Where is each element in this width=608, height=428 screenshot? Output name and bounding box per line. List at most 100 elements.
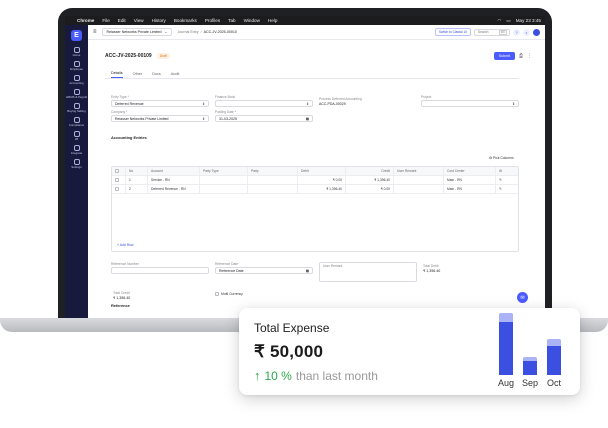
page-title: ACC-JV-2025-00109 [105, 53, 152, 59]
total-credit-value: ₹ 1,396.40 [113, 296, 131, 300]
menu-view[interactable]: View [134, 18, 144, 23]
reference-date-label: Reference Date [215, 262, 239, 266]
sidebar-item-settings[interactable]: Settings [65, 159, 88, 169]
cell-credit[interactable]: ₹ 1,396.40 [346, 176, 394, 184]
wifi-icon[interactable]: ◠ [497, 18, 501, 24]
sidebar-item-label: Settings [71, 165, 82, 170]
tab-audit[interactable]: Audit [171, 72, 180, 78]
sidebar-item-compliance[interactable]: Compliance [65, 117, 88, 127]
app-sidebar: E Home Employee Accounting HRMS & Payrol… [65, 25, 88, 318]
breadcrumb-journal-entry[interactable]: Journal Entry [177, 30, 198, 34]
cell-cost-center[interactable]: Main - RN [444, 185, 496, 193]
cell-user-remark[interactable] [394, 185, 444, 193]
battery-icon[interactable]: ▭ [506, 18, 510, 24]
chat-fab-icon[interactable]: ✉ [517, 292, 528, 303]
table-row[interactable]: 2 Deferred Revenue - RN ₹ 1,396.40 ₹ 0.0… [112, 185, 518, 194]
row-select-cell [112, 176, 126, 184]
add-row-button[interactable]: + Add Row [117, 243, 134, 247]
cell-debit[interactable]: ₹ 1,396.40 [298, 185, 346, 193]
menu-edit[interactable]: Edit [118, 18, 126, 23]
switch-ui-link[interactable]: Switch to Classic UI [434, 28, 471, 36]
menu-help[interactable]: Help [268, 18, 277, 23]
more-icon[interactable]: ⋮ [527, 53, 532, 59]
col-debit: Debit [298, 167, 346, 175]
avatar[interactable] [533, 28, 540, 36]
pick-columns-button[interactable]: ⚙ Pick Columns [489, 156, 514, 160]
multi-currency-checkbox[interactable]: Multi Currency [215, 292, 243, 296]
company-selector[interactable]: Relasser Networks Private Limited ⌄ [101, 28, 173, 36]
cell-cost-center[interactable]: Main - RN [444, 176, 496, 184]
multi-currency-box [215, 292, 219, 296]
select-all-checkbox[interactable] [115, 169, 119, 173]
cell-party-type[interactable] [200, 176, 248, 184]
menu-history[interactable]: History [152, 18, 166, 23]
sidebar-item-buying[interactable]: Buying Selling [65, 103, 88, 113]
laptop-screen: Chrome File Edit View History Bookmarks … [65, 16, 545, 318]
tab-docs[interactable]: Docs [152, 72, 161, 78]
cell-credit[interactable]: ₹ 0.00 [346, 185, 394, 193]
calendar-icon: ▦ [305, 268, 309, 273]
cell-user-remark[interactable] [394, 176, 444, 184]
sidebar-item-employee[interactable]: Employee [65, 61, 88, 71]
print-icon[interactable]: ⎙ [519, 53, 523, 59]
prev-ref-value[interactable]: ACC-PDA-00029 [319, 102, 417, 106]
menu-file[interactable]: File [102, 18, 109, 23]
accounting-entries-title: Accounting Entries [111, 135, 147, 140]
menubar-clock[interactable]: May 23 3:45 [516, 18, 541, 23]
reference-date-input[interactable]: Reference Date ▦ [215, 267, 313, 274]
menu-profiles[interactable]: Profiles [205, 18, 220, 23]
bar-label-oct: Oct [546, 378, 561, 388]
submit-button[interactable]: Submit [493, 52, 515, 60]
row-settings-icon[interactable]: ⚙ [496, 167, 510, 175]
menu-window[interactable]: Window [244, 18, 260, 23]
tab-other[interactable]: Other [133, 72, 143, 78]
reference-number-input[interactable] [111, 267, 209, 274]
status-badge: Draft [156, 53, 170, 59]
help-icon[interactable]: ? [513, 28, 520, 36]
table-header: No Account Party Type Party Debit Credit… [112, 167, 518, 176]
sidebar-item-home[interactable]: Home [65, 47, 88, 57]
finance-book-label: Finance Book [215, 95, 236, 99]
finance-book-select[interactable]: ⇕ [215, 100, 313, 107]
notification-icon[interactable]: • [523, 28, 530, 36]
menubar-app-name[interactable]: Chrome [77, 18, 94, 23]
cell-account[interactable]: Deferred Revenue - RN [148, 185, 200, 193]
sidebar-item-label: Buying Selling [67, 109, 86, 114]
menu-bookmarks[interactable]: Bookmarks [174, 18, 197, 23]
cell-party[interactable] [248, 185, 298, 193]
chevron-updown-icon: ⇕ [512, 101, 515, 106]
app-logo[interactable]: E [71, 30, 82, 41]
total-expense-card: Total Expense ₹ 50,000 ↑ 10 % than last … [239, 308, 580, 395]
row-checkbox[interactable] [115, 178, 119, 182]
col-no: No [126, 167, 148, 175]
sidebar-item-integrate[interactable]: Integrate [65, 145, 88, 155]
entry-type-select[interactable]: Deferred Revenue ⇕ [111, 100, 209, 107]
posting-date-input[interactable]: 31-03-2025 ▦ [215, 115, 313, 122]
prev-ref-label: Process Deferred Accounting [319, 97, 362, 101]
cell-no: 1 [126, 176, 148, 184]
row-edit-icon[interactable]: ✎ [496, 176, 510, 184]
sidebar-item-accounting[interactable]: Accounting [65, 75, 88, 85]
sidebar-item-calendar[interactable]: 28 [65, 131, 88, 141]
search-input[interactable]: Search ⌘K [474, 28, 510, 36]
user-remark-textarea[interactable]: User Remark [319, 262, 417, 282]
menu-toggle-icon[interactable]: ≡ [93, 29, 97, 35]
card-title: Total Expense [254, 321, 330, 335]
sidebar-item-label: Employee [70, 67, 83, 72]
cell-party[interactable] [248, 176, 298, 184]
project-select[interactable]: ⇕ [421, 100, 519, 107]
chevron-updown-icon: ⇕ [306, 101, 309, 106]
menu-tab[interactable]: Tab [228, 18, 235, 23]
tab-details[interactable]: Details [111, 71, 123, 78]
company-select[interactable]: Relasser Networks Private Limited ⇕ [111, 115, 209, 122]
cell-debit[interactable]: ₹ 0.00 [298, 176, 346, 184]
cell-account[interactable]: Service - RN [148, 176, 200, 184]
posting-date-label: Posting Date * [215, 110, 237, 114]
company-field: Company * Relasser Networks Private Limi… [111, 110, 209, 122]
row-edit-icon[interactable]: ✎ [496, 185, 510, 193]
search-shortcut: ⌘K [498, 29, 507, 35]
row-checkbox[interactable] [115, 187, 119, 191]
table-row[interactable]: 1 Service - RN ₹ 0.00 ₹ 1,396.40 Main - … [112, 176, 518, 185]
sidebar-item-hrms[interactable]: HRMS & Payroll [65, 89, 88, 99]
cell-party-type[interactable] [200, 185, 248, 193]
